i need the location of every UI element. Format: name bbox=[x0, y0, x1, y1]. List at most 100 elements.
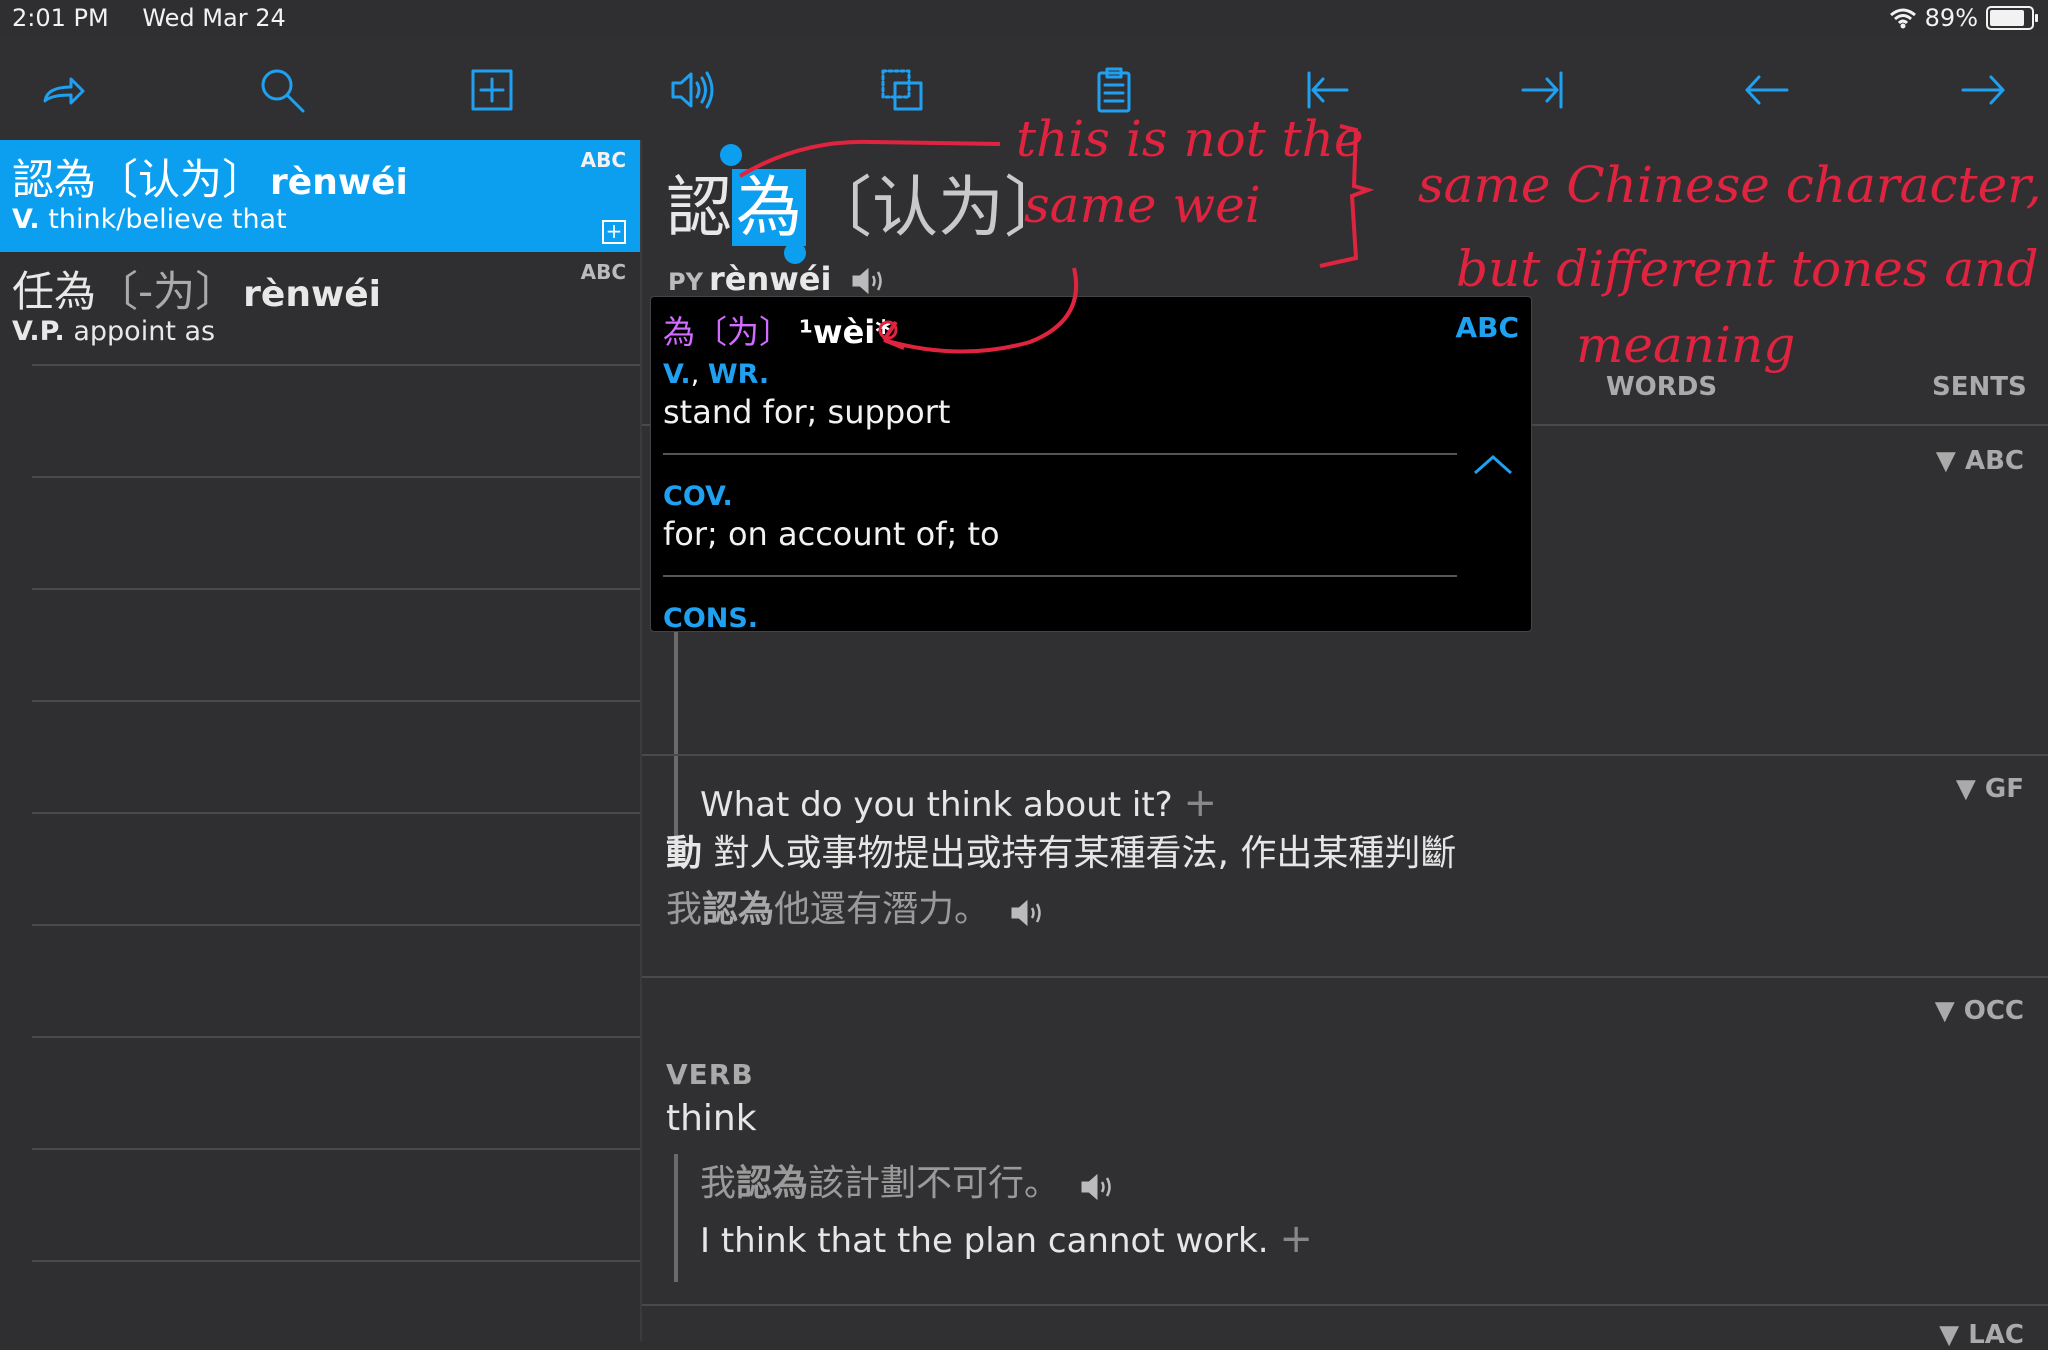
headword-char[interactable]: 認 bbox=[666, 169, 732, 246]
source-badge-gf[interactable]: ▼ GF bbox=[1956, 774, 2024, 804]
popup-badge[interactable]: ABC bbox=[1455, 311, 1519, 344]
popup-definition: stand for; support bbox=[663, 393, 951, 431]
list-item-pinyin: rènwéi bbox=[243, 274, 381, 315]
character-popup[interactable]: 為〔为〕 ¹wèi* ABC V., WR. stand for; support… bbox=[650, 296, 1532, 632]
gf-def: 對人或事物提出或持有某種看法, 作出某種判斷 bbox=[713, 833, 1457, 874]
list-item-definition: V.P. appoint as bbox=[12, 316, 215, 347]
annotation-line-4: but different tones and bbox=[1456, 240, 2039, 298]
gf-example: 我認為他還有潛力。 bbox=[666, 880, 1046, 932]
example-block: 我認為該計劃不可行。 I think that the plan cannot … bbox=[674, 1154, 1313, 1282]
example-block: What do you think about it? + bbox=[674, 630, 1217, 850]
example-text: What do you think about it? bbox=[700, 785, 1173, 825]
pinyin-label: PY bbox=[668, 268, 703, 296]
popup-pos: V., WR. bbox=[663, 359, 770, 390]
popup-pinyin: ¹wèi* bbox=[799, 313, 892, 351]
tab-words[interactable]: WORDS bbox=[1606, 372, 1717, 402]
headword-char-selected[interactable]: 為 bbox=[732, 169, 806, 246]
status-time: 2:01 PM bbox=[12, 4, 109, 32]
example-text: I think that the plan cannot work. bbox=[700, 1221, 1269, 1261]
forward-icon[interactable] bbox=[1952, 58, 2016, 122]
popup-headword: 為〔为〕 ¹wèi* bbox=[663, 307, 892, 353]
entry-pinyin: rènwéi bbox=[708, 260, 832, 298]
add-example-icon[interactable]: + bbox=[1279, 1216, 1313, 1262]
gf-ex-pre: 我 bbox=[666, 889, 703, 930]
annotation-line-5: meaning bbox=[1576, 316, 1796, 374]
list-item-pinyin: rènwéi bbox=[270, 162, 408, 203]
popup-pos-1: V. bbox=[663, 359, 691, 390]
popup-pos: COV. bbox=[663, 481, 733, 512]
divider bbox=[32, 700, 640, 702]
occ-ex-post: 該計劃不可行。 bbox=[808, 1163, 1061, 1204]
share-icon[interactable] bbox=[30, 58, 94, 122]
pinyin-line: PY rènwéi bbox=[668, 260, 887, 298]
source-badge-abc[interactable]: ▼ ABC bbox=[1936, 446, 2024, 476]
list-item-headword: 認為〔认为〕 rènwéi bbox=[12, 146, 408, 207]
occ-definition: think bbox=[666, 1098, 757, 1139]
popup-character: 為〔为〕 bbox=[663, 313, 792, 351]
popup-pos-2: WR. bbox=[707, 359, 770, 390]
last-icon[interactable] bbox=[1512, 58, 1576, 122]
annotation-line-1: this is not the bbox=[1016, 110, 1364, 168]
gf-definition: 動 對人或事物提出或持有某種看法, 作出某種判斷 bbox=[666, 824, 1456, 876]
list-item-simp: 〔认为〕 bbox=[96, 155, 265, 204]
results-list: 認為〔认为〕 rènwéi V. think/believe that ABC +… bbox=[0, 140, 642, 1341]
list-item[interactable]: 認為〔认为〕 rènwéi V. think/believe that ABC + bbox=[0, 140, 640, 252]
battery-icon bbox=[1986, 6, 2038, 30]
popup-definition: for; on account of; to bbox=[663, 515, 1000, 553]
divider bbox=[32, 476, 640, 478]
divider bbox=[32, 1148, 640, 1150]
speaker-icon[interactable] bbox=[1010, 896, 1046, 927]
status-bar: 2:01 PM Wed Mar 24 89% bbox=[0, 0, 2048, 38]
annotation-line-2: same wei bbox=[1024, 176, 1261, 234]
example-english: What do you think about it? + bbox=[700, 780, 1217, 826]
list-item-definition: V. think/believe that bbox=[12, 204, 287, 235]
status-date: Wed Mar 24 bbox=[142, 4, 286, 32]
list-item-badge: ABC bbox=[580, 148, 626, 172]
add-example-icon[interactable]: + bbox=[1184, 780, 1218, 826]
list-item-pos: V.P. bbox=[12, 316, 65, 347]
list-item-trad: 任為 bbox=[12, 267, 97, 316]
search-icon[interactable] bbox=[250, 58, 314, 122]
add-flashcard-icon[interactable] bbox=[460, 58, 524, 122]
back-icon[interactable] bbox=[1734, 58, 1798, 122]
divider bbox=[32, 1260, 640, 1262]
example-english: I think that the plan cannot work. + bbox=[700, 1216, 1313, 1262]
speaker-icon[interactable] bbox=[660, 58, 724, 122]
speaker-icon[interactable] bbox=[851, 266, 887, 296]
status-left: 2:01 PM Wed Mar 24 bbox=[12, 4, 312, 32]
annotation-line-3: same Chinese character, bbox=[1418, 156, 2042, 214]
tab-sents[interactable]: SENTS bbox=[1932, 372, 2027, 402]
entry-headword[interactable]: 認為〔认为〕 bbox=[666, 154, 1070, 250]
wifi-icon bbox=[1889, 8, 1916, 29]
gf-ex-bold: 認為 bbox=[702, 889, 775, 930]
divider bbox=[642, 754, 2048, 756]
divider bbox=[642, 1304, 2048, 1306]
source-badge-occ[interactable]: ▼ OCC bbox=[1935, 996, 2024, 1026]
battery-percent: 89% bbox=[1924, 4, 1978, 32]
list-item-simp: 〔-为〕 bbox=[96, 267, 238, 316]
occ-pos-label: VERB bbox=[666, 1058, 754, 1091]
list-item-trad: 認為 bbox=[12, 155, 97, 204]
divider bbox=[32, 924, 640, 926]
occ-ex-pre: 我 bbox=[700, 1163, 737, 1204]
list-item-badge: ABC bbox=[580, 260, 626, 284]
gf-pos: 動 bbox=[666, 833, 703, 874]
gf-ex-post: 他還有潛力。 bbox=[774, 889, 991, 930]
popup-pos: CONS. bbox=[663, 603, 759, 632]
divider bbox=[642, 976, 2048, 978]
divider bbox=[32, 364, 640, 366]
add-to-flashcards-icon[interactable]: + bbox=[602, 220, 626, 244]
list-item-pos: V. bbox=[12, 204, 40, 235]
list-item-def: think/believe that bbox=[48, 204, 287, 235]
divider bbox=[32, 588, 640, 590]
source-badge-lac[interactable]: ▼ LAC bbox=[1939, 1320, 2024, 1350]
chevron-up-icon[interactable] bbox=[1471, 449, 1515, 479]
copy-icon[interactable] bbox=[870, 58, 934, 122]
example-chinese: 我認為該計劃不可行。 bbox=[700, 1154, 1313, 1206]
speaker-icon[interactable] bbox=[1080, 1170, 1116, 1201]
list-item-def: appoint as bbox=[73, 316, 216, 347]
selection-handle-start[interactable] bbox=[720, 144, 742, 166]
divider bbox=[32, 1036, 640, 1038]
list-item[interactable]: 任為〔-为〕 rènwéi V.P. appoint as ABC bbox=[0, 252, 640, 364]
divider bbox=[32, 812, 640, 814]
